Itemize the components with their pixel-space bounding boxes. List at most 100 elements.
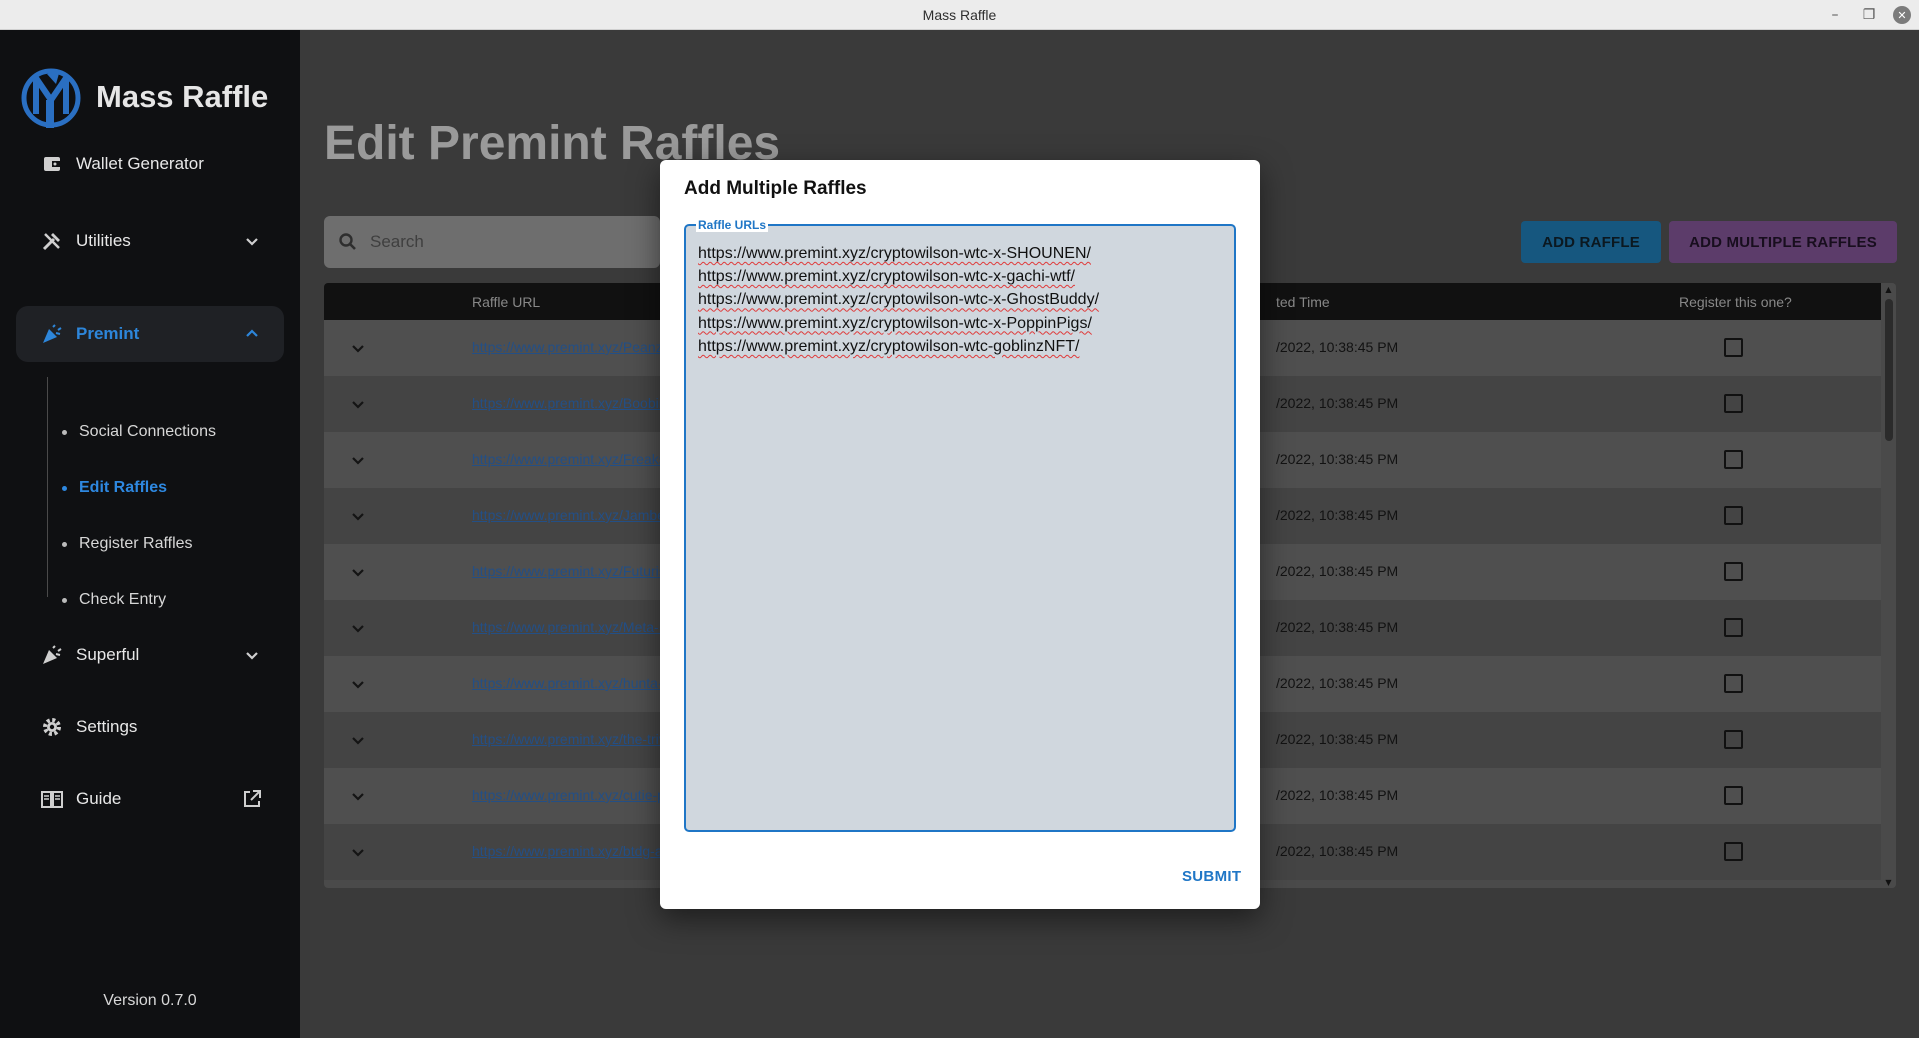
sidebar: Mass Raffle Wallet Generator Utilities P… — [0, 30, 300, 1038]
chevron-down-icon[interactable] — [346, 448, 370, 472]
subnav-item-edit-raffles[interactable]: Edit Raffles — [62, 479, 167, 497]
sidebar-item-premint[interactable]: Premint — [16, 306, 284, 362]
subnav-item-label: Register Raffles — [79, 535, 193, 552]
close-icon[interactable]: ✕ — [1893, 6, 1911, 24]
chevron-down-icon — [246, 652, 258, 660]
search-input[interactable] — [370, 232, 620, 252]
url-line: https://www.premint.xyz/cryptowilson-wtc… — [698, 245, 1091, 262]
row-time: /2022, 10:38:45 PM — [1276, 563, 1399, 579]
sidebar-item-label: Premint — [76, 324, 140, 343]
url-line: https://www.premint.xyz/cryptowilson-wtc… — [698, 314, 1092, 332]
raffle-url-link[interactable]: https://www.premint.xyz/cutie-pe — [472, 787, 662, 803]
row-time: /2022, 10:38:45 PM — [1276, 843, 1399, 859]
chevron-down-icon[interactable] — [346, 728, 370, 752]
column-header-register: Register this one? — [1679, 294, 1792, 310]
register-checkbox[interactable] — [1724, 674, 1743, 693]
chevron-up-icon — [246, 329, 258, 337]
scrollbar-thumb[interactable] — [1885, 299, 1893, 441]
register-checkbox[interactable] — [1724, 618, 1743, 637]
chevron-down-icon[interactable] — [346, 784, 370, 808]
field-label: Raffle URLs — [696, 218, 769, 232]
sidebar-item-guide[interactable]: Guide — [16, 771, 284, 827]
row-time: /2022, 10:38:45 PM — [1276, 451, 1399, 467]
window-title: Mass Raffle — [922, 6, 997, 23]
sidebar-item-label: Superful — [76, 645, 140, 664]
raffle-url-link[interactable]: https://www.premint.xyz/Jambe — [472, 507, 662, 523]
register-checkbox[interactable] — [1724, 730, 1743, 749]
add-multiple-raffles-button[interactable]: ADD MULTIPLE RAFFLES — [1669, 221, 1897, 263]
raffle-url-link[interactable]: https://www.premint.xyz/the-trive — [472, 731, 662, 747]
brand: Mass Raffle — [20, 64, 268, 130]
maximize-icon[interactable]: ❐ — [1855, 4, 1883, 26]
register-checkbox[interactable] — [1724, 450, 1743, 469]
column-header-time: ted Time — [1276, 294, 1330, 310]
scroll-up-icon[interactable]: ▲ — [1884, 285, 1893, 294]
search-box[interactable] — [324, 216, 660, 268]
url-line: https://www.premint.xyz/cryptowilson-wtc… — [698, 291, 1100, 309]
chevron-down-icon[interactable] — [346, 840, 370, 864]
bullet-icon — [62, 429, 67, 435]
raffle-url-link[interactable]: https://www.premint.xyz/Boobird — [472, 395, 662, 411]
subnav-item-label: Edit Raffles — [79, 479, 168, 496]
raffle-url-link[interactable]: https://www.premint.xyz/Peanz/ — [472, 339, 662, 355]
url-line: https://www.premint.xyz/cryptowilson-wtc… — [698, 337, 1080, 355]
raffle-url-link[interactable]: https://www.premint.xyz/btdg-aa — [472, 843, 662, 859]
textarea-content[interactable]: https://www.premint.xyz/cryptowilson-wtc… — [698, 242, 1226, 358]
register-checkbox[interactable] — [1724, 394, 1743, 413]
sidebar-item-wallet-generator[interactable]: Wallet Generator — [16, 136, 284, 192]
sidebar-item-label: Utilities — [76, 231, 131, 250]
raffle-url-link[interactable]: https://www.premint.xyz/hunta-C — [472, 675, 662, 691]
chevron-down-icon — [246, 238, 258, 246]
chevron-down-icon[interactable] — [346, 504, 370, 528]
register-checkbox[interactable] — [1724, 562, 1743, 581]
chevron-down-icon[interactable] — [346, 392, 370, 416]
sidebar-item-label: Guide — [76, 789, 122, 808]
book-icon — [40, 787, 64, 811]
external-link-icon — [244, 790, 261, 807]
brand-name: Mass Raffle — [96, 79, 269, 114]
row-time: /2022, 10:38:45 PM — [1276, 395, 1399, 411]
gear-icon — [40, 715, 64, 739]
raffle-url-link[interactable]: https://www.premint.xyz/Futurist — [472, 563, 662, 579]
sidebar-item-superful[interactable]: Superful — [16, 627, 284, 683]
raffle-url-link[interactable]: https://www.premint.xyz/Meta-N — [472, 619, 662, 635]
raffle-urls-textarea[interactable]: Raffle URLs https://www.premint.xyz/cryp… — [684, 218, 1236, 832]
subnav-item-register-raffles[interactable]: Register Raffles — [62, 535, 193, 553]
row-time: /2022, 10:38:45 PM — [1276, 731, 1399, 747]
register-checkbox[interactable] — [1724, 506, 1743, 525]
window-controls: – ❐ ✕ — [1821, 0, 1911, 30]
premint-subnav: Social Connections Edit Raffles Register… — [47, 377, 277, 608]
minimize-icon[interactable]: – — [1821, 4, 1849, 26]
submit-button[interactable]: SUBMIT — [1182, 868, 1241, 885]
chevron-down-icon[interactable] — [346, 336, 370, 360]
chevron-down-icon[interactable] — [346, 672, 370, 696]
subnav-item-label: Social Connections — [79, 423, 216, 440]
raffle-url-link[interactable]: https://www.premint.xyz/Freaks/ — [472, 451, 662, 467]
url-line: https://www.premint.xyz/cryptowilson-wtc… — [698, 268, 1075, 286]
sidebar-item-utilities[interactable]: Utilities — [16, 213, 284, 269]
subnav-item-check-entry[interactable]: Check Entry — [62, 591, 166, 609]
add-raffle-button[interactable]: ADD RAFFLE — [1521, 221, 1661, 263]
wallet-icon — [40, 152, 64, 176]
bullet-icon — [62, 485, 67, 491]
party-popper-icon — [40, 643, 64, 667]
add-multiple-raffles-dialog: Add Multiple Raffles Raffle URLs https:/… — [660, 160, 1260, 909]
row-time: /2022, 10:38:45 PM — [1276, 619, 1399, 635]
chevron-down-icon[interactable] — [346, 560, 370, 584]
sidebar-item-label: Wallet Generator — [76, 154, 204, 173]
bullet-icon — [62, 541, 67, 547]
scroll-down-icon[interactable]: ▼ — [1884, 878, 1893, 887]
register-checkbox[interactable] — [1724, 842, 1743, 861]
subnav-item-social-connections[interactable]: Social Connections — [62, 423, 216, 441]
row-time: /2022, 10:38:45 PM — [1276, 507, 1399, 523]
table-scrollbar[interactable]: ▲ ▼ — [1881, 283, 1896, 888]
sidebar-item-label: Settings — [76, 717, 138, 736]
mass-raffle-logo-icon — [21, 68, 81, 128]
bullet-icon — [62, 597, 67, 603]
search-icon — [339, 233, 356, 250]
register-checkbox[interactable] — [1724, 786, 1743, 805]
register-checkbox[interactable] — [1724, 338, 1743, 357]
column-header-url: Raffle URL — [472, 294, 541, 310]
sidebar-item-settings[interactable]: Settings — [16, 699, 284, 755]
chevron-down-icon[interactable] — [346, 616, 370, 640]
